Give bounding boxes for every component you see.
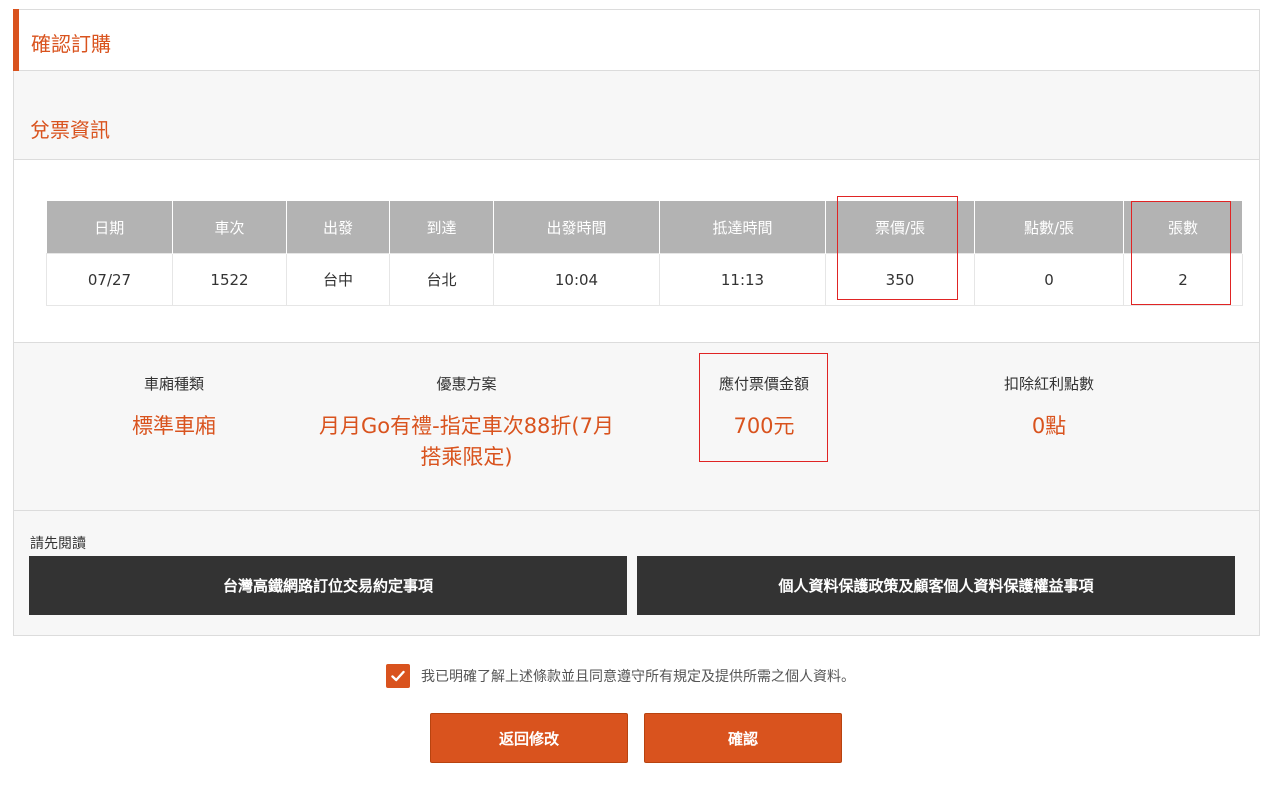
cell-train-no: 1522 [172, 253, 287, 306]
privacy-policy-button[interactable]: 個人資料保護政策及顧客個人資料保護權益事項 [637, 556, 1235, 615]
order-summary-section: 車廂種類 標準車廂 優惠方案 月月Go有禮-指定車次88折(7月搭乘限定) 應付… [14, 343, 1259, 511]
page-title: 確認訂購 [31, 32, 111, 56]
table-row: 07/27 1522 台中 台北 10:04 11:13 350 0 2 [46, 253, 1243, 306]
ticket-table: 日期 車次 出發 到達 出發時間 抵達時間 票價/張 點數/張 張數 07/27… [46, 201, 1243, 306]
header-arrival-station: 到達 [389, 201, 494, 254]
agreement-row: 我已明確了解上述條款並且同意遵守所有規定及提供所需之個人資料。 [386, 664, 855, 688]
cell-departure-time: 10:04 [493, 253, 660, 306]
points-label: 扣除紅利點數 [1003, 375, 1094, 393]
terms-button[interactable]: 台灣高鐵網路訂位交易約定事項 [29, 556, 627, 615]
promotion-value: 月月Go有禮-指定車次88折(7月搭乘限定) [319, 414, 614, 469]
confirm-button[interactable]: 確認 [644, 713, 842, 763]
cell-arrival-station: 台北 [389, 253, 494, 306]
car-type-summary: 車廂種類 標準車廂 [89, 373, 259, 442]
header-points-per-ticket: 點數/張 [974, 201, 1124, 254]
ticket-table-section: 日期 車次 出發 到達 出發時間 抵達時間 票價/張 點數/張 張數 07/27… [14, 160, 1259, 343]
cell-departure-station: 台中 [286, 253, 390, 306]
header-date: 日期 [46, 201, 173, 254]
ticket-info-section: 兌票資訊 [14, 71, 1259, 160]
cell-date: 07/27 [46, 253, 173, 306]
count-highlight-box [1131, 201, 1231, 305]
points-value: 0點 [1031, 414, 1067, 438]
price-highlight-box [837, 196, 958, 300]
promotion-summary: 優惠方案 月月Go有禮-指定車次88折(7月搭乘限定) [314, 373, 619, 473]
agreement-text: 我已明確了解上述條款並且同意遵守所有規定及提供所需之個人資料。 [421, 669, 855, 685]
cell-arrival-time: 11:13 [659, 253, 826, 306]
car-type-label: 車廂種類 [143, 375, 204, 393]
car-type-value: 標準車廂 [132, 414, 216, 438]
header-arrival-time: 抵達時間 [659, 201, 826, 254]
promotion-label: 優惠方案 [436, 375, 497, 393]
read-first-section: 請先閱讀 台灣高鐵網路訂位交易約定事項 個人資料保護政策及顧客個人資料保護權益事… [14, 511, 1259, 635]
read-first-label: 請先閱讀 [30, 536, 86, 552]
agreement-checkbox[interactable] [386, 664, 410, 688]
confirm-order-panel: 確認訂購 兌票資訊 日期 車次 出發 到達 出發時間 抵達時間 票價/張 點數/ [13, 9, 1260, 636]
cell-points-per-ticket: 0 [974, 253, 1124, 306]
header-departure-time: 出發時間 [493, 201, 660, 254]
table-header-row: 日期 車次 出發 到達 出發時間 抵達時間 票價/張 點數/張 張數 [46, 201, 1243, 254]
ticket-info-title: 兌票資訊 [30, 118, 110, 142]
amount-highlight-box [699, 353, 828, 462]
back-edit-button[interactable]: 返回修改 [430, 713, 628, 763]
header-departure-station: 出發 [286, 201, 390, 254]
points-summary: 扣除紅利點數 0點 [969, 373, 1129, 442]
header-train-no: 車次 [172, 201, 287, 254]
checkmark-icon [391, 670, 405, 682]
panel-header: 確認訂購 [13, 9, 1259, 71]
header-accent-bar [13, 9, 19, 71]
